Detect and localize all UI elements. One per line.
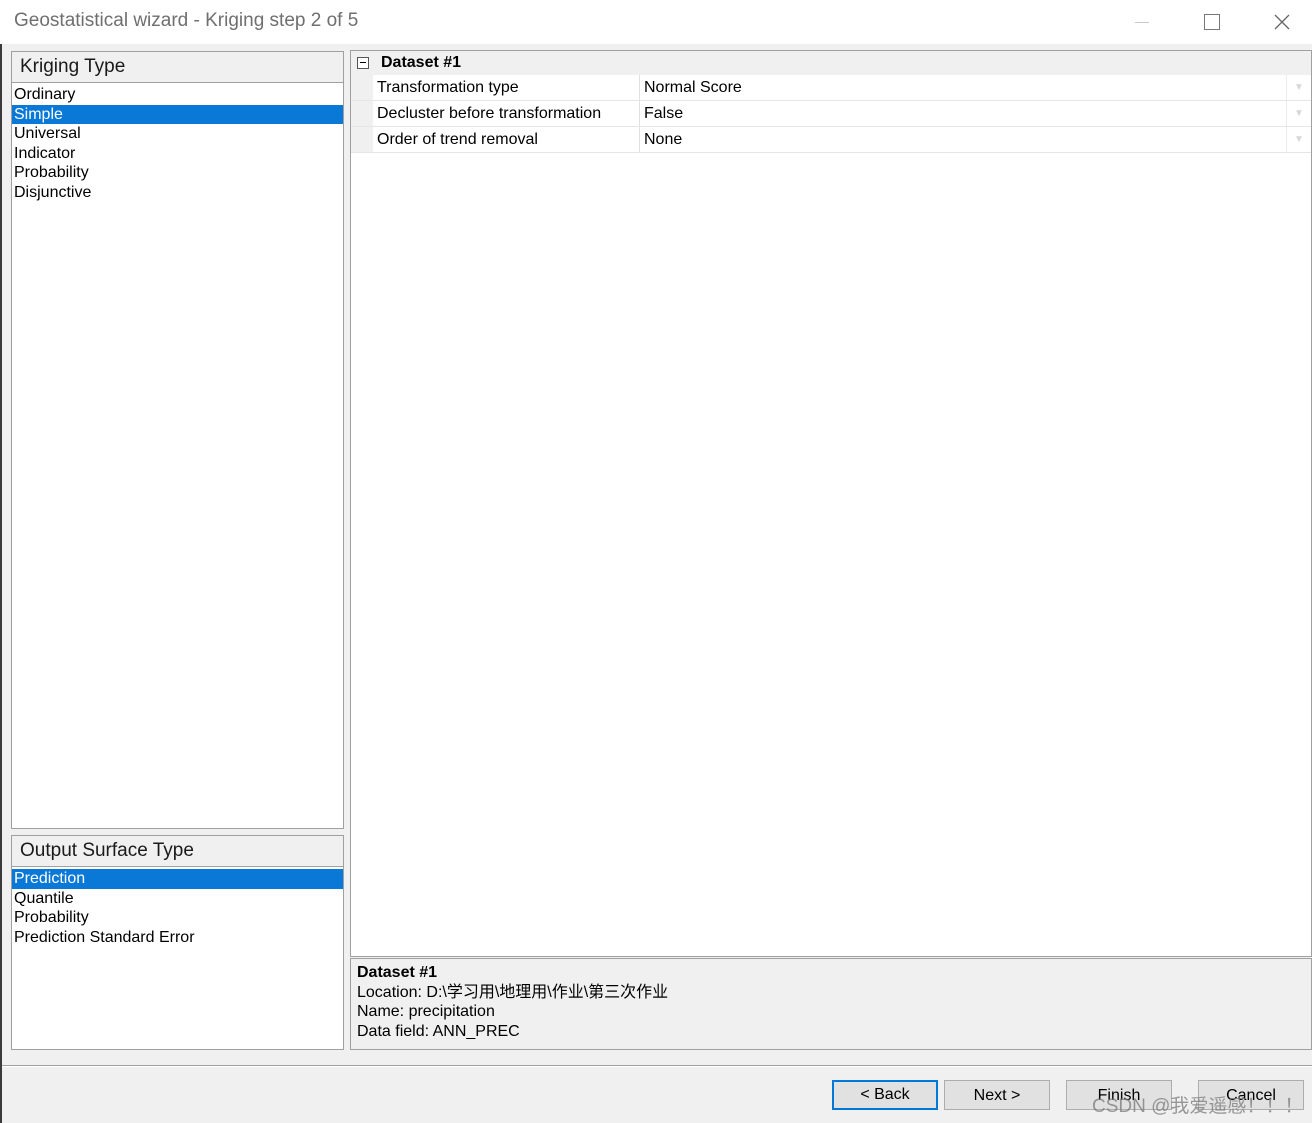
output-type-item-quantile[interactable]: Quantile	[12, 889, 343, 909]
close-button[interactable]	[1248, 0, 1312, 44]
info-location: Location: D:\学习用\地理用\作业\第三次作业	[357, 983, 669, 1001]
info-name: Name: precipitation	[357, 1003, 495, 1020]
back-button[interactable]: < Back	[832, 1080, 938, 1110]
dataset-info-panel: Dataset #1 Location: D:\学习用\地理用\作业\第三次作业…	[350, 958, 1312, 1050]
minimize-icon	[1135, 21, 1149, 23]
property-category-label: Dataset #1	[381, 54, 462, 71]
footer-divider-highlight	[2, 1066, 1312, 1067]
close-icon	[1274, 14, 1290, 30]
property-row-decluster[interactable]: Decluster before transformation False ▼	[351, 101, 1311, 127]
property-value-decluster[interactable]: False	[640, 101, 1286, 126]
property-name: Decluster before transformation	[373, 101, 640, 126]
property-row-transformation-type[interactable]: Transformation type Normal Score ▼	[351, 75, 1311, 101]
kriging-type-item-probability[interactable]: Probability	[12, 163, 343, 183]
output-surface-type-panel: Output Surface Type Prediction Quantile …	[11, 835, 344, 1050]
maximize-icon	[1204, 14, 1220, 30]
property-grid[interactable]: Dataset #1 Transformation type Normal Sc…	[350, 50, 1312, 957]
output-surface-type-list[interactable]: Prediction Quantile Probability Predicti…	[12, 867, 343, 947]
kriging-type-item-ordinary[interactable]: Ordinary	[12, 85, 343, 105]
property-value-trend-removal[interactable]: None	[640, 127, 1286, 152]
kriging-type-item-universal[interactable]: Universal	[12, 124, 343, 144]
output-surface-type-header: Output Surface Type	[12, 836, 343, 867]
minimize-button[interactable]	[1108, 0, 1176, 44]
row-gutter	[351, 101, 373, 126]
kriging-type-header: Kriging Type	[12, 52, 343, 83]
output-type-item-prediction-standard-error[interactable]: Prediction Standard Error	[12, 928, 343, 948]
output-type-item-prediction[interactable]: Prediction	[12, 869, 343, 889]
row-gutter	[351, 127, 373, 152]
property-value-transformation-type[interactable]: Normal Score	[640, 75, 1286, 100]
info-title: Dataset #1	[357, 964, 438, 981]
property-row-trend-removal[interactable]: Order of trend removal None ▼	[351, 127, 1311, 153]
info-data-field: Data field: ANN_PREC	[357, 1022, 520, 1040]
kriging-type-item-indicator[interactable]: Indicator	[12, 144, 343, 164]
row-gutter	[351, 75, 373, 100]
property-category[interactable]: Dataset #1	[351, 51, 1311, 75]
output-type-item-probability[interactable]: Probability	[12, 908, 343, 928]
watermark: CSDN @我爱遥感！！！	[1092, 1096, 1304, 1117]
kriging-type-item-simple[interactable]: Simple	[12, 104, 343, 124]
property-name: Transformation type	[373, 75, 640, 100]
dropdown-arrow-icon[interactable]: ▼	[1286, 127, 1311, 152]
title-bar[interactable]: Geostatistical wizard - Kriging step 2 o…	[0, 0, 1312, 44]
kriging-type-panel: Kriging Type Ordinary Simple Universal I…	[11, 51, 344, 829]
kriging-type-item-disjunctive[interactable]: Disjunctive	[12, 183, 343, 203]
next-button[interactable]: Next >	[944, 1080, 1050, 1110]
dropdown-arrow-icon[interactable]: ▼	[1286, 75, 1311, 100]
kriging-type-list[interactable]: Ordinary Simple Universal Indicator Prob…	[12, 83, 343, 202]
maximize-button[interactable]	[1178, 0, 1246, 44]
collapse-icon[interactable]	[357, 57, 369, 69]
dropdown-arrow-icon[interactable]: ▼	[1286, 101, 1311, 126]
window-title: Geostatistical wizard - Kriging step 2 o…	[14, 10, 359, 31]
property-name: Order of trend removal	[373, 127, 640, 152]
